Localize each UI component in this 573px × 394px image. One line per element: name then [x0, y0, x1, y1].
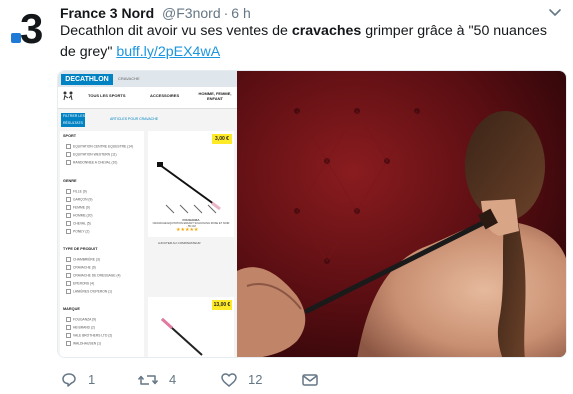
site-nav-item: TOUS LES SPORTS — [88, 93, 126, 98]
tweet[interactable]: 3 France 3 Nord @F3nord · 6 h Decathlon di… — [0, 0, 573, 394]
product-price: 3,00 € — [212, 134, 232, 144]
reply-icon — [62, 373, 76, 387]
like-count: 12 — [248, 372, 263, 387]
tweet-text: Decathlon dit avoir vu ses ventes de cra… — [60, 21, 560, 63]
like-action[interactable]: 12 — [220, 371, 262, 389]
site-nav-item: HOMME, FEMME, ENFANT — [198, 91, 232, 101]
site-nav-item: ACCESSOIRES — [150, 93, 180, 98]
tweet-text-before: Decathlon dit avoir vu ses ventes de — [60, 23, 292, 39]
timestamp[interactable]: 6 h — [231, 5, 250, 21]
filter-item: HOMME (20) — [66, 213, 92, 218]
site-filter-button: FILTRER LES RÉSULTATS — [61, 113, 85, 127]
sports-icon — [63, 91, 73, 101]
film-still-image — [237, 71, 566, 357]
reply-action[interactable]: 1 — [60, 371, 95, 389]
site-product-card: 13,00 € — [148, 297, 234, 357]
site-filters: SPORT EQUITATION CENTRE EQUESTRE (14) EQ… — [60, 131, 144, 357]
filter-item: EQUITATION CENTRE EQUESTRE (14) — [66, 144, 133, 149]
header-separator: · — [223, 5, 229, 21]
tweet-header: France 3 Nord @F3nord · 6 h — [60, 4, 251, 22]
site-navbar: TOUS LES SPORTS ACCESSOIRES HOMME, FEMME… — [58, 87, 237, 109]
retweet-icon — [137, 375, 159, 385]
retweet-action[interactable]: 4 — [137, 371, 176, 389]
filter-group-title: MARQUE — [63, 307, 80, 311]
direct-message-action[interactable] — [301, 371, 319, 389]
filter-group-title: SPORT — [63, 134, 77, 138]
filter-item: CRAVACHE (9) — [66, 265, 96, 270]
tweet-media[interactable]: DECATHLON CRAVACHE TOUS LES SPORTS ACCES… — [57, 70, 567, 358]
envelope-icon — [302, 374, 318, 386]
riding-crop-image — [160, 317, 203, 356]
product-thumbnails — [165, 204, 217, 214]
account-name[interactable]: France 3 Nord — [60, 5, 154, 21]
avatar-label: 3 — [20, 5, 43, 52]
site-topbar: DECATHLON CRAVACHE — [58, 71, 237, 87]
decathlon-logo: DECATHLON — [61, 74, 113, 85]
filter-item: EPERONS (4) — [66, 281, 94, 286]
avatar[interactable]: 3 — [10, 5, 52, 52]
decathlon-screenshot: DECATHLON CRAVACHE TOUS LES SPORTS ACCES… — [58, 71, 237, 357]
product-price: 13,00 € — [212, 300, 232, 310]
filter-item: RANDONNEE A CHEVAL (10) — [66, 160, 117, 165]
filter-item: CRAVACHE DE DRESSAGE (4) — [66, 273, 121, 278]
tweet-link[interactable]: buff.ly/2pEX4wA — [116, 44, 220, 60]
product-stars: ★★★★★ — [176, 227, 199, 233]
filter-item: WALDHAUSEN (1) — [66, 341, 101, 346]
filter-item: FEMME (9) — [66, 205, 90, 210]
filter-item: HB BRAND (2) — [66, 325, 95, 330]
site-result-count: ARTICLES POUR CRAVACHE — [110, 117, 159, 121]
filter-item: LANIÈRES D'EPERON (1) — [66, 289, 112, 294]
photo — [237, 71, 566, 357]
reply-count: 1 — [88, 372, 96, 387]
retweet-count: 4 — [169, 372, 177, 387]
chevron-down-icon[interactable] — [547, 4, 563, 20]
site-breadcrumb: CRAVACHE — [118, 76, 140, 81]
filter-item: PONEY (2) — [66, 229, 89, 234]
site-product-card: 3,00 € FOUGANZA CRAVACHE EQUITATION ENFA… — [148, 131, 234, 245]
filter-item: FILLE (9) — [66, 189, 87, 194]
filter-item: FOUGANZA (9) — [66, 317, 96, 322]
heart-icon — [221, 373, 237, 387]
filter-item: CHEVAL (5) — [66, 221, 91, 226]
product-compare: AJOUTER AU COMPARATEUR — [158, 241, 201, 245]
filter-group-title: TYPE DE PRODUIT — [63, 247, 98, 251]
filter-item: CHAMBRIÈRE (3) — [66, 257, 100, 262]
tweet-text-bold: cravaches — [291, 23, 362, 39]
filter-item: GARÇON (9) — [66, 197, 92, 202]
account-handle[interactable]: @F3nord — [162, 5, 221, 21]
filter-item: EQUITATION WESTERN (11) — [66, 152, 117, 157]
filter-group-title: GENRE — [63, 179, 77, 183]
filter-item: VALE BROTHERS LTD (2) — [66, 333, 112, 338]
